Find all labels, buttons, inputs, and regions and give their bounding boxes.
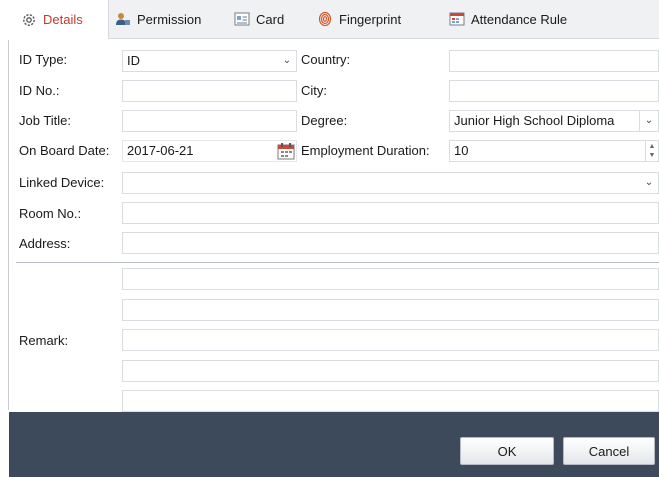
- chevron-down-icon[interactable]: ⌄: [278, 51, 296, 71]
- calendar-icon[interactable]: [277, 142, 295, 161]
- tab-permission-label: Permission: [137, 11, 202, 27]
- linked-device-label: Linked Device:: [19, 175, 105, 190]
- person-details-dialog: Details Permission Card Fingerprint Atte…: [0, 0, 659, 477]
- chevron-down-icon[interactable]: ⌄: [640, 173, 658, 193]
- on-board-date-label: On Board Date:: [19, 143, 110, 158]
- degree-value: Junior High School Diploma: [454, 113, 615, 128]
- tab-strip: Details Permission Card Fingerprint Atte…: [9, 0, 659, 39]
- degree-label: Degree:: [301, 113, 348, 128]
- section-divider: [16, 262, 659, 263]
- tab-details[interactable]: Details: [9, 0, 109, 39]
- id-no-input[interactable]: [122, 80, 297, 102]
- gear-icon: [21, 12, 37, 28]
- user-key-icon: [115, 11, 131, 27]
- left-edge: [0, 0, 9, 412]
- remark-line-5[interactable]: [122, 390, 659, 412]
- tab-details-label: Details: [43, 12, 83, 27]
- room-no-label: Room No.:: [19, 206, 82, 221]
- tab-card[interactable]: Card: [234, 0, 284, 38]
- job-title-label: Job Title:: [19, 113, 72, 128]
- address-label: Address:: [19, 236, 71, 251]
- remark-line-4[interactable]: [122, 360, 659, 382]
- ok-button[interactable]: OK: [460, 437, 554, 465]
- chevron-down-icon[interactable]: ⌄: [639, 111, 658, 131]
- remark-line-2[interactable]: [122, 299, 659, 321]
- tab-permission[interactable]: Permission: [115, 0, 201, 38]
- country-label: Country:: [301, 52, 351, 67]
- id-type-select[interactable]: ID ⌄: [122, 50, 297, 72]
- tab-attendance-rule[interactable]: Attendance Rule: [449, 0, 567, 38]
- country-input[interactable]: [449, 50, 659, 72]
- linked-device-select[interactable]: ⌄: [122, 172, 659, 194]
- room-no-input[interactable]: [122, 202, 659, 224]
- employment-duration-label: Employment Duration:: [301, 143, 430, 158]
- job-title-input[interactable]: [122, 110, 297, 132]
- tab-attendance-rule-label: Attendance Rule: [471, 11, 568, 27]
- tab-card-label: Card: [256, 11, 285, 27]
- card-icon: [234, 11, 250, 27]
- on-board-date-input[interactable]: 2017-06-21: [122, 140, 297, 162]
- calendar-rule-icon: [449, 11, 465, 27]
- degree-select[interactable]: Junior High School Diploma ⌄: [449, 110, 659, 132]
- tab-fingerprint-label: Fingerprint: [339, 11, 402, 27]
- city-input[interactable]: [449, 80, 659, 102]
- city-label: City:: [301, 83, 327, 98]
- remark-label: Remark:: [19, 333, 69, 348]
- remark-line-3[interactable]: [122, 329, 659, 351]
- id-type-value: ID: [127, 53, 140, 68]
- tab-fingerprint[interactable]: Fingerprint: [317, 0, 401, 38]
- remark-line-1[interactable]: [122, 268, 659, 290]
- cancel-button[interactable]: Cancel: [563, 437, 655, 465]
- stepper-up-icon[interactable]: ▲: [649, 142, 656, 151]
- stepper-down-icon[interactable]: ▼: [649, 151, 656, 160]
- dialog-footer: [9, 412, 659, 477]
- employment-duration-value: 10: [454, 143, 469, 158]
- on-board-date-value: 2017-06-21: [127, 143, 194, 158]
- id-type-label: ID Type:: [19, 52, 68, 67]
- employment-duration-stepper[interactable]: 10 ▲ ▼: [449, 140, 659, 162]
- id-no-label: ID No.:: [19, 83, 60, 98]
- stepper-arrows[interactable]: ▲ ▼: [645, 141, 658, 161]
- address-input[interactable]: [122, 232, 659, 254]
- fingerprint-icon: [317, 11, 333, 27]
